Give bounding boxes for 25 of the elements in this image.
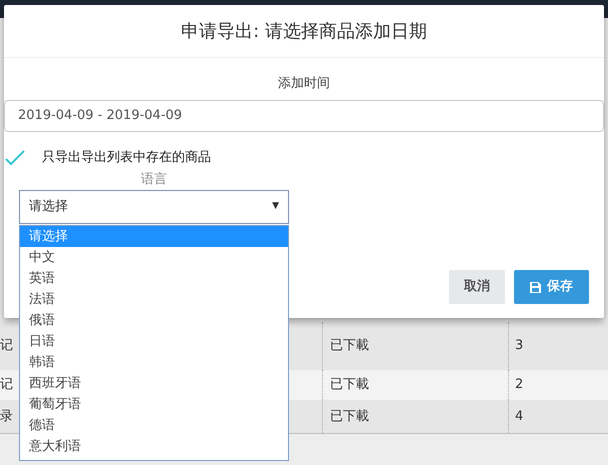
table-cell: 记 — [0, 338, 13, 354]
check-icon — [5, 150, 25, 166]
dropdown-option[interactable]: 韩语 — [20, 352, 288, 373]
dropdown-option[interactable]: 德语 — [20, 415, 288, 436]
dropdown-option[interactable]: 葡萄牙语 — [20, 394, 288, 415]
dropdown-option[interactable]: 法语 — [20, 289, 288, 310]
cancel-button[interactable]: 取消 — [449, 270, 505, 304]
checkbox[interactable] — [4, 148, 26, 168]
table-cell: 录 — [0, 408, 13, 424]
dropdown-arrow-icon: ▼ — [272, 200, 279, 214]
table-cell: 记 — [0, 377, 13, 392]
dropdown-option[interactable]: 俄语 — [20, 310, 288, 331]
date-field[interactable]: 2019-04-09 - 2019-04-09 — [4, 100, 604, 132]
dropdown-option[interactable]: 中文 — [20, 247, 288, 268]
table-cell: 已下載 — [322, 400, 508, 433]
checkbox-label: 只导出导出列表中存在的商品 — [42, 148, 211, 167]
dropdown-option[interactable]: 日语 — [20, 331, 288, 352]
date-label: 添加时间 — [278, 75, 330, 93]
dialog-title: 申请导出: 请选择商品添加日期 — [181, 20, 427, 44]
table-cell: 4 — [508, 400, 608, 433]
dropdown-option[interactable]: 西班牙语 — [20, 373, 288, 394]
dropdown-option[interactable]: 意大利语 — [20, 436, 288, 457]
language-label: 语言 — [141, 170, 167, 188]
dropdown-option[interactable]: 英语 — [20, 268, 288, 289]
language-select[interactable]: 请选择 ▼ — [19, 190, 289, 224]
